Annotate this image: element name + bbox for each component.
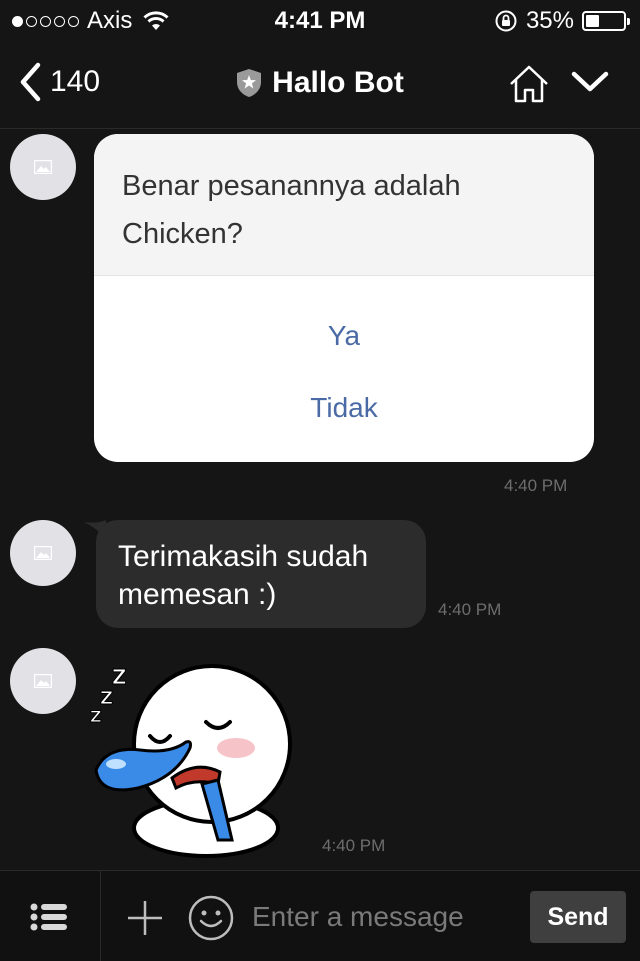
- confirm-question: Benar pesanannya adalah Chicken?: [94, 134, 594, 276]
- bot-avatar[interactable]: [10, 648, 76, 714]
- chevron-down-icon: [571, 71, 609, 92]
- image-placeholder-icon: [34, 160, 52, 174]
- text-message-bubble: Terimakasih sudah memesan :): [96, 520, 426, 628]
- message-input[interactable]: [250, 891, 524, 943]
- svg-text:Z: Z: [112, 665, 127, 689]
- svg-text:Z: Z: [90, 707, 102, 726]
- message-input-bar: Send: [0, 870, 640, 961]
- option-no-button[interactable]: Tidak: [94, 372, 594, 444]
- svg-text:Z: Z: [100, 688, 113, 709]
- image-placeholder-icon: [34, 674, 52, 688]
- chat-header: 140 Hallo Bot: [0, 40, 640, 129]
- smiley-icon: [188, 895, 234, 941]
- home-icon: [510, 65, 548, 103]
- expand-menu-button[interactable]: [570, 66, 610, 101]
- list-menu-icon: [30, 903, 67, 931]
- chat-title-text: Hallo Bot: [272, 66, 404, 99]
- confirm-card: Benar pesanannya adalah Chicken? Ya Tida…: [94, 134, 594, 462]
- message-time: 4:40 PM: [322, 836, 386, 855]
- rotation-lock-icon: [495, 10, 517, 32]
- option-yes-button[interactable]: Ya: [94, 300, 594, 372]
- bot-avatar[interactable]: [10, 520, 76, 586]
- shield-star-icon: [237, 69, 262, 97]
- send-button[interactable]: Send: [530, 891, 626, 943]
- emoji-button[interactable]: [188, 895, 234, 946]
- menu-button[interactable]: [30, 903, 70, 936]
- home-button[interactable]: [508, 64, 550, 109]
- plus-icon: [128, 901, 162, 935]
- attach-button[interactable]: [126, 899, 164, 942]
- message-time: 4:40 PM: [438, 600, 502, 619]
- bot-avatar[interactable]: [10, 134, 76, 200]
- battery-percent: 35%: [525, 7, 574, 34]
- message-time: 4:40 PM: [504, 476, 568, 495]
- status-bar: Axis 4:41 PM 35%: [0, 0, 640, 40]
- battery-group: 35%: [494, 7, 630, 35]
- sleeping-character-sticker[interactable]: Z Z Z: [86, 660, 306, 860]
- battery-icon: [582, 11, 630, 31]
- image-placeholder-icon: [34, 546, 52, 560]
- input-divider: [100, 871, 101, 961]
